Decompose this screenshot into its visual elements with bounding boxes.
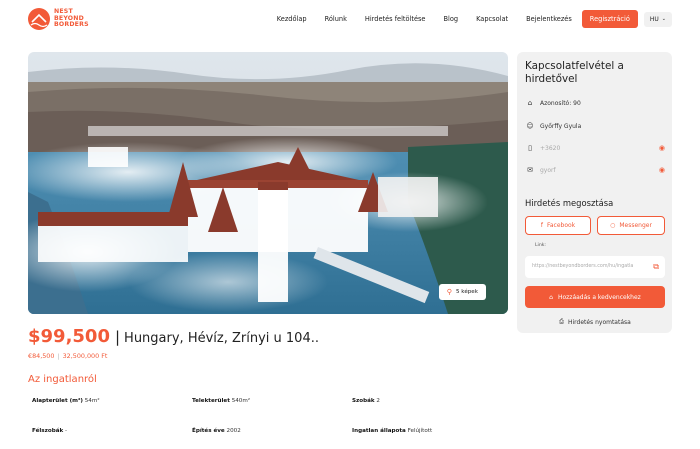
attribute-label: Telekterület — [192, 398, 230, 404]
brand-name: NEST BEYOND BORDERS — [54, 9, 89, 29]
phone-row: ▯ +3620 ◉ — [525, 144, 665, 152]
site-header: NEST BEYOND BORDERS Kezdőlap Rólunk Hird… — [0, 0, 700, 40]
attribute-value: Felújított — [407, 428, 433, 434]
language-selector[interactable]: HU ⌄ — [643, 11, 672, 27]
about-property-heading: Az ingatlanról — [28, 374, 97, 385]
photos-count: 5 képek — [455, 289, 478, 295]
nav-upload-listing[interactable]: Hirdetés feltöltése — [365, 15, 426, 23]
register-button[interactable]: Regisztráció — [581, 10, 638, 28]
attribute-year-built: Építés éve 2002 — [192, 428, 241, 434]
attribute-rooms: Szobák 2 — [352, 398, 380, 404]
messenger-share-button[interactable]: ○ Messenger — [597, 216, 665, 235]
advertiser-name: Győrffy Gyula — [540, 122, 582, 130]
price-huf: 32,500,000 Ft — [62, 352, 108, 360]
show-email-eye-icon[interactable]: ◉ — [659, 166, 665, 174]
show-phone-eye-icon[interactable]: ◉ — [659, 144, 665, 152]
brand-line-3: BORDERS — [54, 21, 89, 29]
facebook-label: Facebook — [546, 222, 576, 229]
print-icon: ⎙ — [559, 318, 564, 325]
listing-id-row: ⌂ Azonosító: 90 — [525, 99, 665, 107]
chevron-down-icon: ⌄ — [661, 16, 666, 22]
share-link-field[interactable]: https://nestbeyondborders.com/hu/ingatla… — [525, 256, 665, 278]
attribute-value: 2002 — [226, 428, 241, 434]
nav-about[interactable]: Rólunk — [325, 15, 347, 23]
lake-photo-image — [28, 52, 508, 314]
attribute-plot-area: Telekterület 540m² — [192, 398, 250, 404]
nav-home[interactable]: Kezdőlap — [277, 15, 307, 23]
main-nav: Kezdőlap Rólunk Hirdetés feltöltése Blog… — [259, 10, 672, 28]
attribute-label: Ingatlan állapota — [352, 428, 406, 434]
messenger-label: Messenger — [619, 222, 652, 229]
brand-logo[interactable]: NEST BEYOND BORDERS — [28, 8, 89, 30]
attribute-value: 2 — [376, 398, 380, 404]
price-usd: $99,500 — [28, 326, 110, 347]
attribute-label: Építés éve — [192, 428, 225, 434]
advertiser-name-row: ☺ Győrffy Gyula — [525, 122, 665, 130]
phone-icon: ▯ — [528, 144, 532, 152]
attribute-condition: Ingatlan állapota Felújított — [352, 428, 432, 434]
language-code: HU — [649, 15, 659, 23]
facebook-icon: f — [540, 222, 543, 229]
add-to-favorites-button[interactable]: ⌂ Hozzáadás a kedvencekhez — [525, 286, 665, 308]
favorites-label: Hozzáadás a kedvencekhez — [557, 293, 641, 301]
link-label: Link: — [535, 243, 546, 248]
share-heading: Hirdetés megosztása — [525, 198, 614, 208]
contact-title: Kapcsolatfelvétel a hirdetővel — [525, 60, 624, 85]
listing-photo[interactable]: ⚲ 5 képek — [28, 52, 508, 314]
search-icon: ⚲ — [446, 288, 452, 296]
messenger-icon: ○ — [610, 222, 616, 229]
attribute-value: 540m² — [231, 398, 251, 404]
attribute-label: Alapterület (m²) — [32, 398, 83, 404]
logo-mark-icon — [28, 8, 50, 30]
listing-id: Azonosító: 90 — [540, 99, 581, 107]
attribute-label: Félszobák — [32, 428, 64, 434]
contact-card: Kapcsolatfelvétel a hirdetővel ⌂ Azonosí… — [517, 52, 672, 333]
share-link-value: https://nestbeyondborders.com/hu/ingatla — [532, 264, 634, 269]
alternate-prices: €84,500 | 32,500,000 Ft — [28, 352, 107, 360]
user-icon: ☺ — [526, 122, 534, 130]
nav-login[interactable]: Bejelentkezés — [526, 15, 572, 23]
copy-icon[interactable]: ⧉ — [653, 262, 659, 272]
phone-number: +3620 — [540, 144, 561, 152]
home-icon: ⌂ — [527, 99, 533, 107]
price-eur: €84,500 — [28, 352, 55, 360]
nav-contact[interactable]: Kapcsolat — [476, 15, 508, 23]
price-separator: | — [114, 328, 121, 346]
nav-blog[interactable]: Blog — [444, 15, 459, 23]
attribute-value: 54m² — [84, 398, 100, 404]
price-divider: | — [57, 352, 60, 360]
mail-icon: ✉ — [527, 166, 533, 174]
photos-button[interactable]: ⚲ 5 képek — [438, 284, 486, 300]
attribute-label: Szobák — [352, 398, 375, 404]
print-listing-link[interactable]: ⎙ Hirdetés nyomtatása — [525, 318, 665, 326]
attribute-half-rooms: Félszobák - — [32, 428, 67, 434]
listing-address: Hungary, Hévíz, Zrínyi u 104.. — [124, 331, 319, 346]
heart-home-icon: ⌂ — [549, 293, 553, 301]
attribute-floor-area: Alapterület (m²) 54m² — [32, 398, 100, 404]
price-address-row: $99,500 | Hungary, Hévíz, Zrínyi u 104.. — [28, 326, 319, 347]
email-row: ✉ gyorf ◉ — [525, 166, 665, 174]
print-label: Hirdetés nyomtatása — [567, 318, 631, 326]
email-address: gyorf — [540, 166, 556, 174]
facebook-share-button[interactable]: f Facebook — [525, 216, 591, 235]
attribute-value: - — [65, 428, 68, 434]
